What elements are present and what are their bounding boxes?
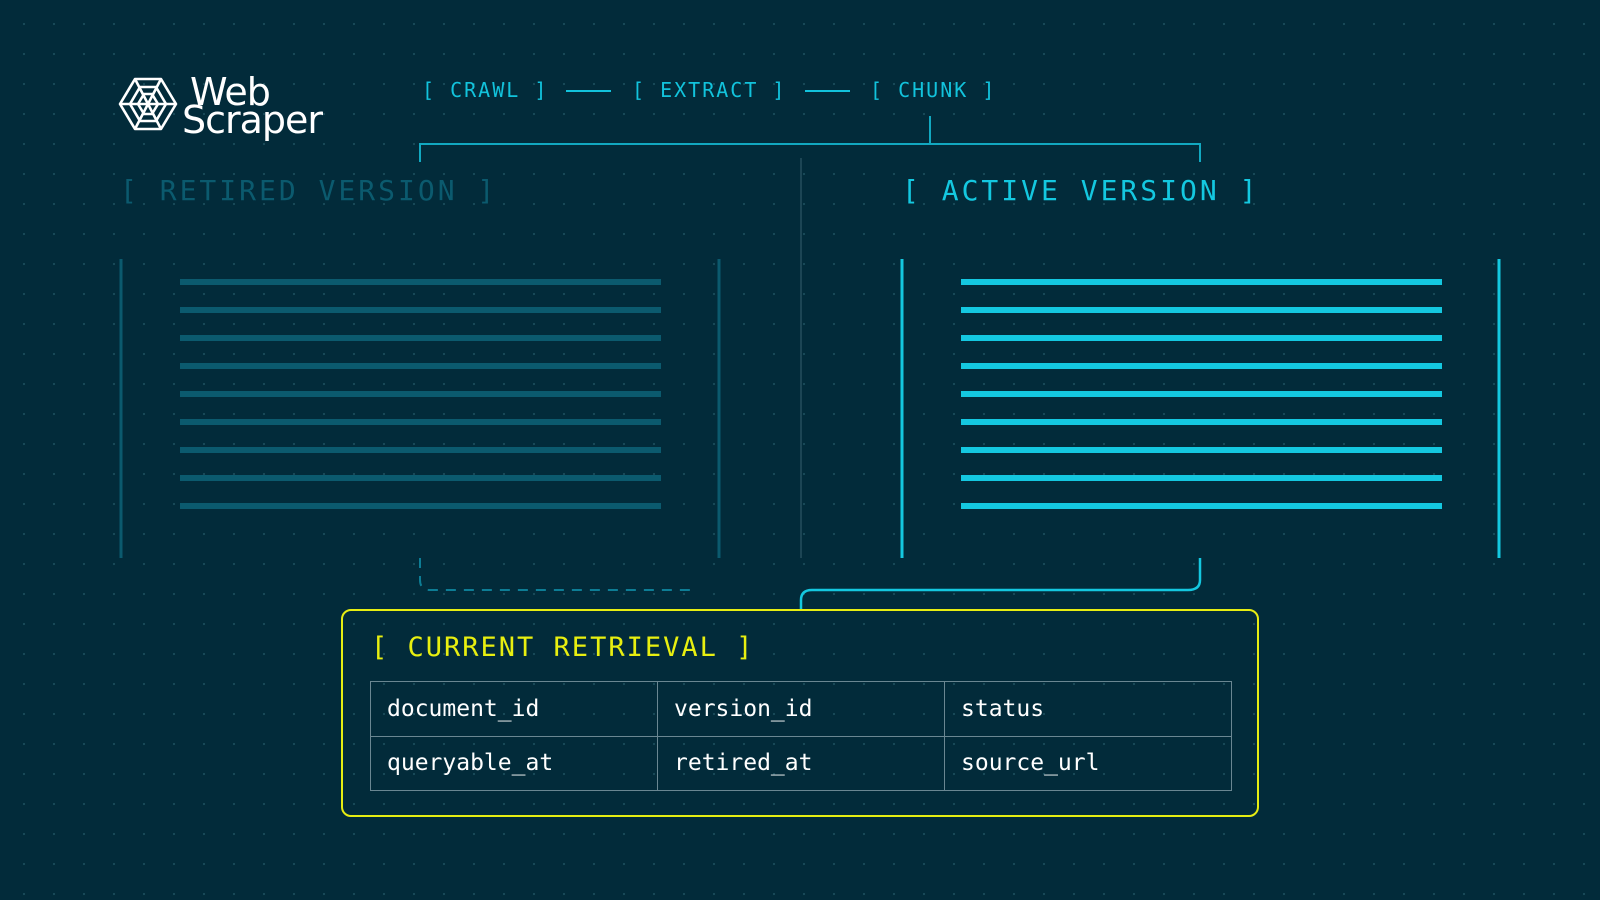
retired-link-dashed: [419, 558, 695, 591]
field-cell: retired_at: [657, 735, 945, 791]
pipeline-stage-extract: [ EXTRACT ]: [632, 78, 787, 102]
field-cell: status: [944, 681, 1232, 737]
pipeline-stage-crawl: [ CRAWL ]: [422, 78, 549, 102]
table-row: queryable_at retired_at source_url: [370, 735, 1232, 791]
field-cell: source_url: [944, 735, 1232, 791]
current-retrieval-panel: [ CURRENT RETRIEVAL ] document_id versio…: [341, 609, 1259, 817]
spider-web-icon: [118, 77, 178, 131]
retrieval-field-table: document_id version_id status queryable_…: [370, 681, 1232, 791]
table-row: document_id version_id status: [370, 681, 1232, 737]
active-version-title: [ ACTIVE VERSION ]: [902, 174, 1260, 207]
fork-bracket: [419, 143, 1201, 162]
current-retrieval-title: [ CURRENT RETRIEVAL ]: [371, 632, 755, 663]
active-link: [799, 558, 1202, 611]
field-cell: version_id: [657, 681, 945, 737]
diagram-canvas: Web Scraper [ CRAWL ] [ EXTRACT ] [ CHUN…: [0, 0, 1600, 900]
retired-version-title: [ RETIRED VERSION ]: [120, 174, 498, 207]
retired-document-lines: [180, 279, 661, 509]
active-document-lines: [961, 279, 1442, 509]
logo-text-scraper: Scraper: [182, 98, 323, 142]
field-cell: queryable_at: [370, 735, 658, 791]
pipeline-stage-chunk: [ CHUNK ]: [870, 78, 997, 102]
field-cell: document_id: [370, 681, 658, 737]
